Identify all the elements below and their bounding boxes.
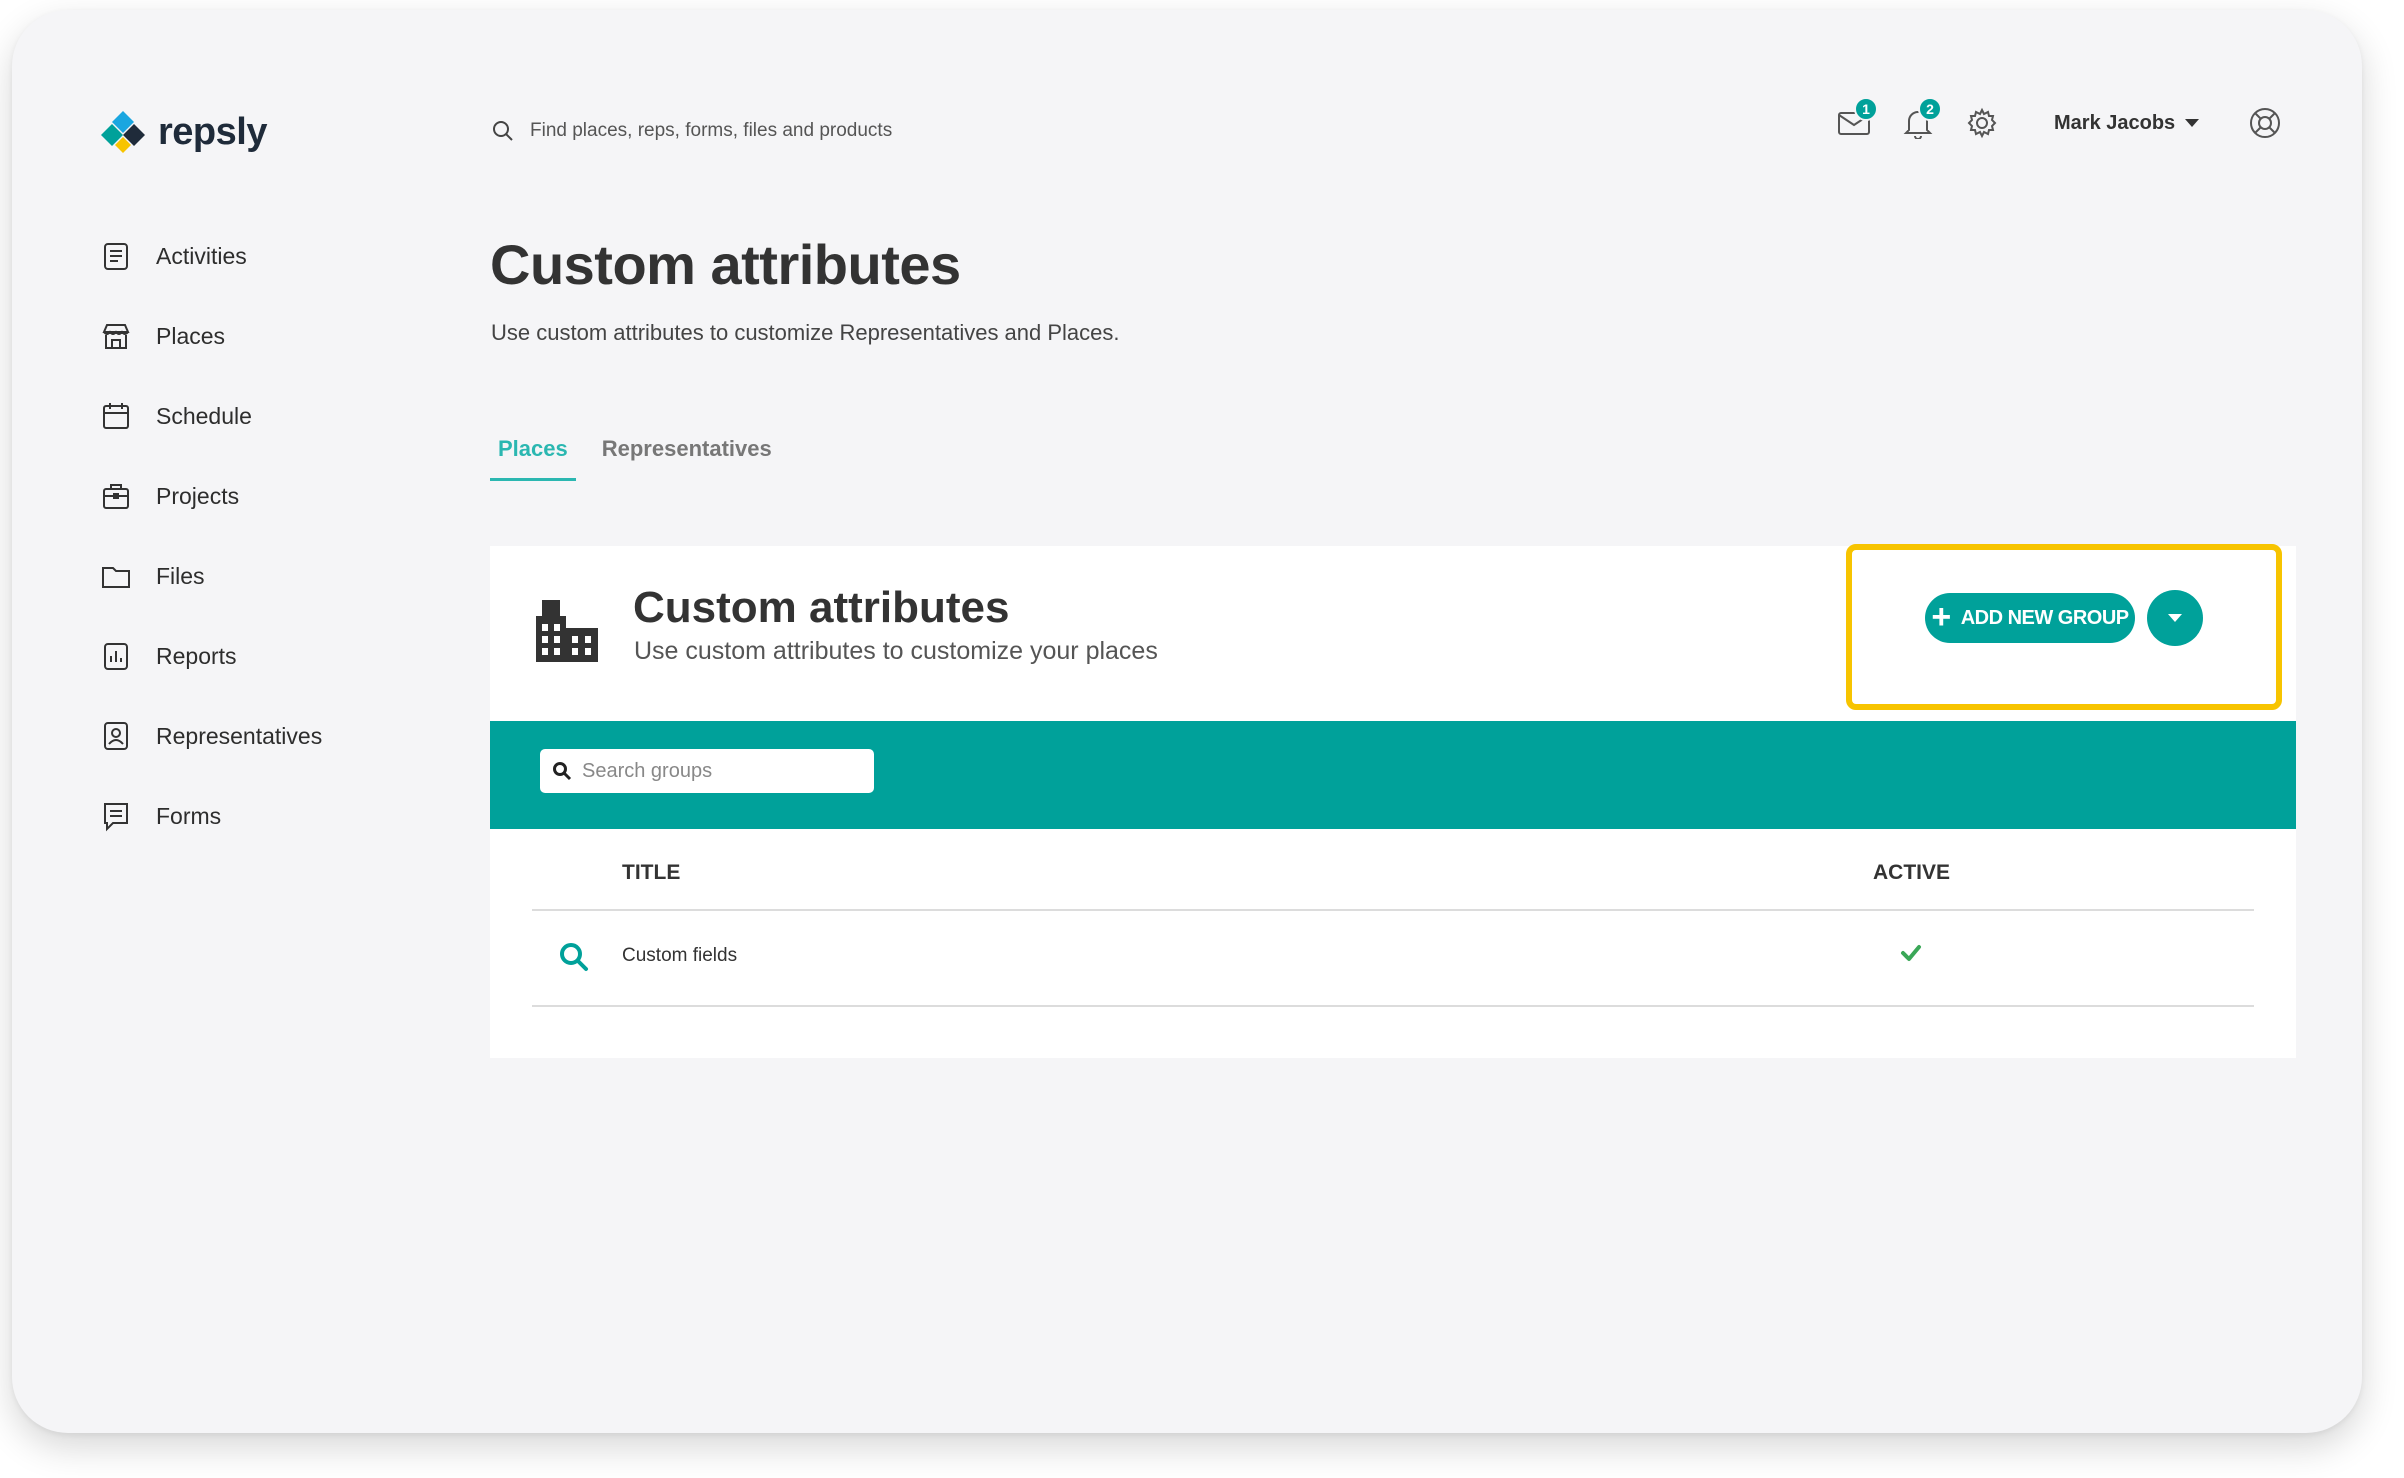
sidebar: Activities Places Schedule Projects File…	[98, 216, 322, 856]
search-groups-box[interactable]	[540, 749, 874, 793]
header-actions: 1 2 Mark Jacobs	[1832, 97, 2285, 148]
sidebar-item-label: Reports	[156, 642, 237, 669]
notifications-badge: 2	[1918, 97, 1942, 121]
folder-icon	[98, 558, 134, 594]
brand-name: repsly	[158, 110, 267, 153]
sidebar-item-places[interactable]: Places	[98, 296, 322, 376]
mail-badge: 1	[1854, 97, 1878, 121]
sidebar-item-representatives[interactable]: Representatives	[98, 696, 322, 776]
global-search-placeholder: Find places, reps, forms, files and prod…	[530, 120, 893, 141]
card-header: Custom attributes Use custom attributes …	[490, 544, 2296, 721]
settings-button[interactable]	[1960, 101, 2004, 145]
caret-down-icon	[2168, 614, 2182, 622]
add-new-group-label: ADD NEW GROUP	[1960, 606, 2129, 629]
search-icon	[493, 121, 513, 141]
sidebar-item-label: Schedule	[156, 402, 252, 429]
sidebar-item-label: Places	[156, 322, 226, 349]
sidebar-item-files[interactable]: Files	[98, 536, 322, 616]
tab-representatives[interactable]: Representatives	[594, 428, 780, 481]
help-button[interactable]	[2245, 103, 2285, 143]
sidebar-item-projects[interactable]: Projects	[98, 456, 322, 536]
user-name: Mark Jacobs	[2054, 111, 2176, 134]
column-header-active: ACTIVE	[1873, 861, 1951, 884]
groups-table: TITLE ACTIVE Custom fields	[532, 829, 2254, 1007]
search-groups-input[interactable]	[582, 759, 862, 783]
card-title: Custom attributes	[633, 583, 1010, 632]
sidebar-item-label: Activities	[156, 242, 247, 269]
person-icon	[98, 718, 134, 754]
repsly-logo[interactable]: repsly	[98, 107, 267, 157]
sidebar-item-label: Representatives	[156, 722, 323, 749]
reports-icon	[98, 638, 134, 674]
magnify-icon[interactable]	[558, 941, 590, 978]
caret-down-icon	[2185, 119, 2200, 127]
custom-attributes-card: Custom attributes Use custom attributes …	[490, 544, 2296, 1058]
calendar-icon	[98, 398, 134, 434]
global-search[interactable]: Find places, reps, forms, files and prod…	[492, 114, 1092, 148]
plus-icon: +	[1931, 597, 1951, 636]
sidebar-item-schedule[interactable]: Schedule	[98, 376, 322, 456]
building-icon	[532, 598, 602, 669]
messages-button[interactable]: 1	[1832, 97, 1878, 145]
column-header-title: TITLE	[622, 861, 681, 884]
sidebar-item-label: Forms	[156, 802, 222, 829]
page-subtitle: Use custom attributes to customize Repre…	[491, 320, 1120, 345]
lifebuoy-icon	[2250, 108, 2281, 138]
activities-icon	[98, 238, 134, 274]
table-header: TITLE ACTIVE	[532, 829, 2254, 911]
sidebar-item-reports[interactable]: Reports	[98, 616, 322, 696]
sidebar-item-forms[interactable]: Forms	[98, 776, 322, 856]
add-new-group-button[interactable]: + ADD NEW GROUP	[1925, 593, 2135, 643]
places-icon	[98, 318, 134, 354]
search-icon	[553, 762, 572, 781]
card-description: Use custom attributes to customize your …	[634, 637, 1158, 665]
notifications-button[interactable]: 2	[1896, 97, 1942, 145]
tab-bar: Places Representatives	[490, 428, 798, 481]
forms-icon	[98, 798, 134, 834]
gear-icon	[1967, 107, 1997, 139]
more-options-button[interactable]	[2147, 590, 2203, 646]
sidebar-item-label: Files	[156, 562, 205, 589]
groups-toolbar	[490, 721, 2296, 829]
tab-places[interactable]: Places	[490, 428, 576, 481]
briefcase-icon	[98, 478, 134, 514]
sidebar-item-activities[interactable]: Activities	[98, 216, 322, 296]
row-title: Custom fields	[622, 945, 738, 966]
sidebar-item-label: Projects	[156, 482, 240, 509]
page-title: Custom attributes	[490, 233, 961, 296]
app-window: repsly Activities Places Schedule Projec…	[12, 10, 2362, 1433]
table-row[interactable]: Custom fields	[532, 911, 2254, 1007]
user-menu[interactable]: Mark Jacobs	[2054, 111, 2200, 135]
check-icon	[1900, 943, 1922, 968]
repsly-logo-icon	[101, 111, 145, 153]
